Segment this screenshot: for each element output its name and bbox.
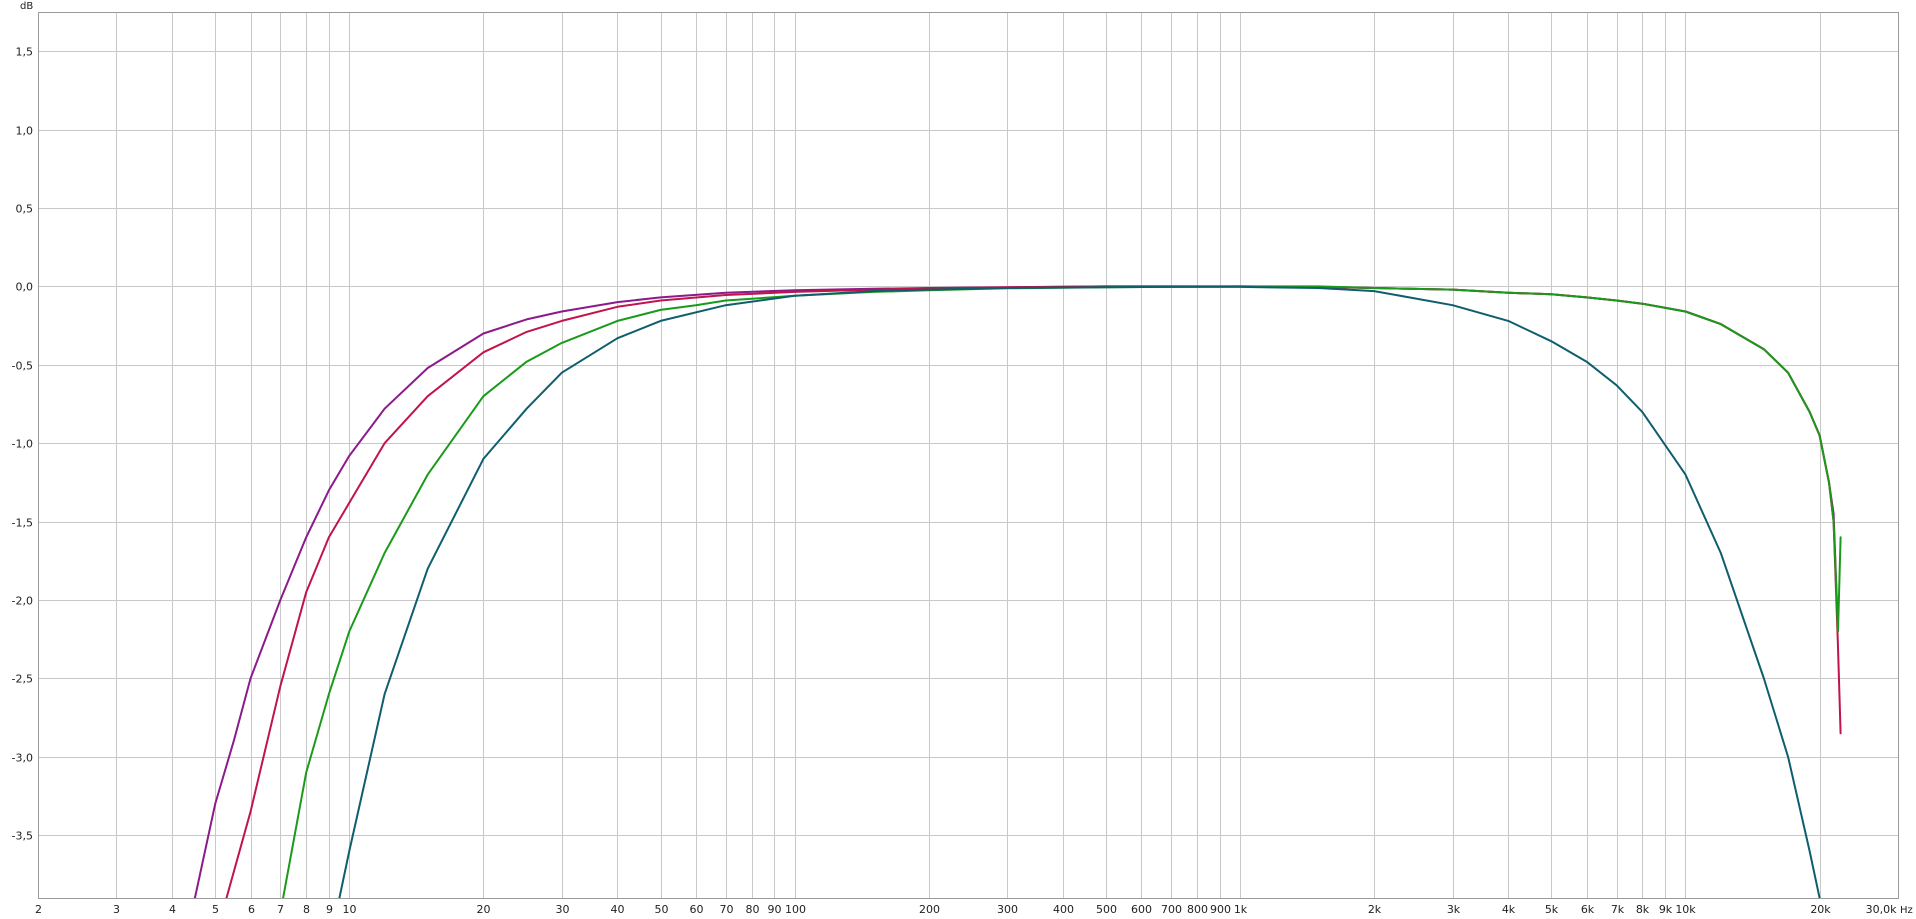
y-tick-label: -0,5 [12, 360, 33, 373]
y-tick-label: 0,5 [16, 203, 34, 216]
x-tick-label: 6k [1581, 903, 1595, 916]
x-tick-label: 30,0k [1866, 903, 1897, 916]
x-tick-label: 3k [1447, 903, 1461, 916]
x-tick-label: 7 [277, 903, 284, 916]
y-tick-label: -2,0 [12, 595, 33, 608]
x-tick-label: 7k [1611, 903, 1625, 916]
plot-frame [38, 12, 1899, 899]
x-tick-label: 200 [919, 903, 940, 916]
x-tick-label: 800 [1187, 903, 1208, 916]
x-tick-label: 6 [248, 903, 255, 916]
y-tick-label: -2,5 [12, 673, 33, 686]
y-axis-ticks: 1,5 1,0 0,5 0,0 -0,5 -1,0 -1,5 -2,0 -2,5 -3,0 -3,5 [12, 46, 33, 843]
x-tick-label: 9k [1659, 903, 1673, 916]
x-tick-label: 400 [1053, 903, 1074, 916]
x-tick-label: 8k [1636, 903, 1650, 916]
x-tick-label: 4 [169, 903, 176, 916]
series-line-1 [193, 285, 1839, 898]
x-tick-label: 30 [556, 903, 570, 916]
y-tick-label: -1,5 [12, 517, 33, 530]
x-tick-label: 500 [1096, 903, 1117, 916]
y-tick-label: -3,0 [12, 752, 33, 765]
x-tick-label: 9 [326, 903, 333, 916]
y-tick-label: 1,5 [16, 46, 34, 59]
y-tick-label: -3,5 [12, 830, 33, 843]
x-tick-label: 10 [343, 903, 357, 916]
y-tick-label: 1,0 [16, 125, 34, 138]
x-tick-label: 700 [1161, 903, 1182, 916]
y-tick-label: 0,0 [16, 281, 34, 294]
y-axis-unit-label: dB [20, 1, 33, 12]
frequency-response-chart: 1,5 1,0 0,5 0,0 -0,5 -1,0 -1,5 -2,0 -2,5 -3,0 -3,5… [12, 1, 1913, 916]
x-tick-label: 2 [35, 903, 42, 916]
x-tick-label: 50 [655, 903, 669, 916]
x-tick-label: 4k [1502, 903, 1516, 916]
series-line-4 [338, 285, 1821, 898]
x-tick-label: 20 [477, 903, 491, 916]
x-tick-label: 70 [720, 903, 734, 916]
x-tick-label: 100 [785, 903, 806, 916]
x-tick-label: 40 [611, 903, 625, 916]
x-tick-label: 80 [746, 903, 760, 916]
x-tick-label: 300 [997, 903, 1018, 916]
x-axis-unit-label: Hz [1900, 905, 1913, 916]
grid-lines [38, 12, 1898, 898]
x-tick-label: 5k [1545, 903, 1559, 916]
x-tick-label: 2k [1368, 903, 1382, 916]
x-tick-label: 90 [768, 903, 782, 916]
x-tick-label: 8 [303, 903, 310, 916]
y-tick-label: -1,0 [12, 438, 33, 451]
x-axis-ticks: 2 3 4 5 6 7 8 9 10 20 30 40 50 60 70 80 90 100 200 300 400 50… [35, 903, 1897, 916]
x-tick-label: 60 [690, 903, 704, 916]
series-line-2 [225, 285, 1842, 898]
x-tick-label: 3 [113, 903, 120, 916]
series-lines [193, 285, 1842, 898]
x-tick-label: 900 [1210, 903, 1231, 916]
x-tick-label: 10k [1675, 903, 1696, 916]
x-tick-label: 600 [1131, 903, 1152, 916]
x-tick-label: 5 [212, 903, 219, 916]
x-tick-label: 1k [1234, 903, 1248, 916]
x-tick-label: 20k [1810, 903, 1831, 916]
